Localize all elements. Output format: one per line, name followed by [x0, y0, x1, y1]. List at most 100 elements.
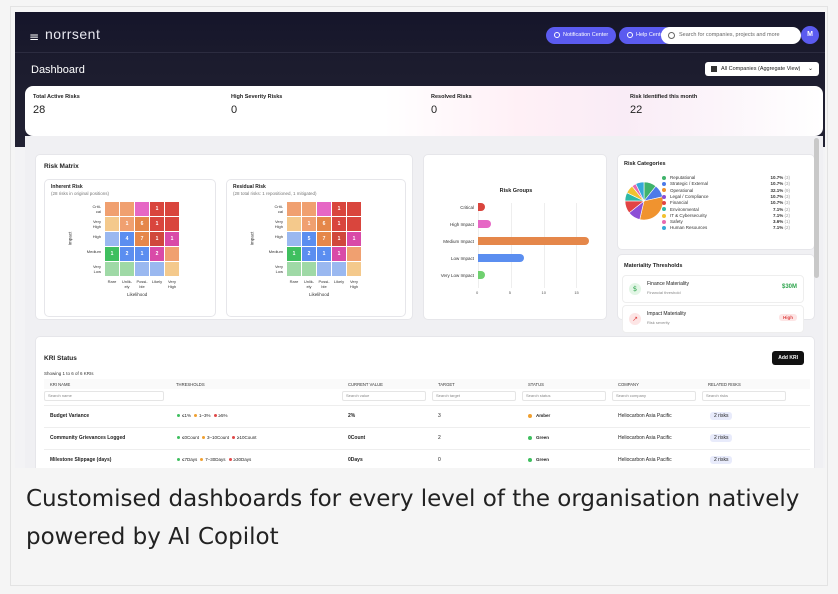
residual-cell[interactable]: 1: [332, 232, 346, 246]
inherent-cell[interactable]: 7: [135, 232, 149, 246]
chart-bar[interactable]: [478, 237, 590, 245]
residual-cell[interactable]: 1: [302, 217, 316, 231]
inherent-cell[interactable]: 2: [120, 247, 134, 261]
residual-cell[interactable]: [317, 262, 331, 276]
residual-cell[interactable]: [347, 262, 361, 276]
inherent-cell[interactable]: 1: [135, 247, 149, 261]
inherent-cell[interactable]: [105, 232, 119, 246]
chart-bar[interactable]: [478, 203, 485, 211]
global-search-input[interactable]: Search for companies, projects and more: [661, 27, 801, 44]
inherent-cell[interactable]: 2: [150, 247, 164, 261]
residual-cell[interactable]: 5: [302, 232, 316, 246]
residual-cell[interactable]: 1: [332, 202, 346, 216]
chart-bar[interactable]: [478, 254, 524, 262]
inherent-cell[interactable]: [150, 262, 164, 276]
col-related-risks[interactable]: RELATED RISKS: [708, 382, 741, 387]
inherent-cell[interactable]: [165, 217, 179, 231]
inherent-cell[interactable]: [165, 262, 179, 276]
avatar[interactable]: M: [801, 26, 819, 44]
residual-cell[interactable]: [287, 217, 301, 231]
chart-bar[interactable]: [478, 220, 492, 228]
inherent-cell[interactable]: [165, 247, 179, 261]
table-row[interactable]: Community Grievances Logged ≤0Count 3–10Co…: [44, 427, 810, 449]
residual-cell[interactable]: 1: [287, 247, 301, 261]
col-current-value[interactable]: CURRENT VALUE: [348, 382, 383, 387]
inherent-cell[interactable]: [165, 202, 179, 216]
filter-risks-input[interactable]: Search risks: [702, 391, 786, 401]
company-selector[interactable]: All Companies (Aggregate View) ⌄: [705, 62, 819, 76]
row-related-risks[interactable]: 2 risks: [710, 434, 733, 442]
inherent-cell[interactable]: [105, 217, 119, 231]
kri-table-header: [44, 379, 810, 389]
menu-icon[interactable]: ≡: [29, 30, 39, 44]
inherent-cell[interactable]: [120, 202, 134, 216]
residual-cell[interactable]: 6: [317, 217, 331, 231]
residual-cell[interactable]: 1: [317, 247, 331, 261]
residual-cell[interactable]: 1: [332, 217, 346, 231]
inherent-cell[interactable]: 1: [150, 202, 164, 216]
residual-cell[interactable]: [287, 202, 301, 216]
dollar-icon: $: [629, 283, 641, 295]
inherent-x-axis-label: Likelihood: [127, 292, 148, 297]
inherent-cell[interactable]: [120, 262, 134, 276]
col-status[interactable]: STATUS: [528, 382, 544, 387]
inherent-cell[interactable]: 6: [135, 217, 149, 231]
inherent-y-label: Very High: [92, 219, 101, 229]
inherent-cell[interactable]: [135, 202, 149, 216]
inherent-cell[interactable]: [135, 262, 149, 276]
impact-materiality-badge: High: [779, 314, 797, 321]
residual-cell[interactable]: [347, 247, 361, 261]
row-thresholds: ≤0Count 3–10Count ≥10Count: [174, 435, 257, 441]
table-row[interactable]: Budget Variance ≤1% 1–3% ≥5% 2% 3 Amber Helioca…: [44, 405, 810, 427]
residual-cell[interactable]: [287, 232, 301, 246]
residual-cell[interactable]: [317, 202, 331, 216]
inherent-cell[interactable]: 1: [105, 247, 119, 261]
row-related-risks[interactable]: 2 risks: [710, 412, 733, 420]
residual-cell[interactable]: [287, 262, 301, 276]
residual-cell[interactable]: 7: [317, 232, 331, 246]
inherent-cell[interactable]: 1: [120, 217, 134, 231]
col-kri-name[interactable]: KRI NAME: [50, 382, 70, 387]
legend-percent: 10.7% (3): [766, 181, 790, 186]
filter-company-input[interactable]: Search company: [612, 391, 696, 401]
stat-identified-month: Risk Identified this month 22: [630, 94, 697, 116]
inherent-cell[interactable]: 1: [165, 232, 179, 246]
residual-x-label: Likely: [333, 279, 345, 284]
inherent-cell[interactable]: [105, 262, 119, 276]
table-row[interactable]: Milestone Slippage (days) ≤7Days 7–30Days ≥…: [44, 449, 810, 468]
row-thresholds: ≤1% 1–3% ≥5%: [174, 413, 227, 419]
residual-cell[interactable]: 1: [347, 232, 361, 246]
filter-status-input[interactable]: Search status: [522, 391, 606, 401]
inherent-cell[interactable]: 1: [150, 232, 164, 246]
residual-cell[interactable]: [302, 262, 316, 276]
row-related-risks[interactable]: 2 risks: [710, 456, 733, 464]
notification-center-button[interactable]: Notification Center: [546, 27, 617, 44]
residual-cell[interactable]: [347, 202, 361, 216]
legend-dot: [662, 194, 666, 199]
legend-item: IT & Cybersecurity: [662, 213, 707, 218]
chart-bar[interactable]: [478, 271, 485, 279]
residual-cell[interactable]: [302, 202, 316, 216]
inherent-cell[interactable]: 4: [120, 232, 134, 246]
col-thresholds[interactable]: THRESHOLDS: [176, 382, 205, 387]
inherent-cell[interactable]: [105, 202, 119, 216]
app-logo[interactable]: norrsent: [45, 26, 100, 42]
residual-cell[interactable]: [347, 217, 361, 231]
kri-table: KRI NAME THRESHOLDS CURRENT VALUE TARGET…: [44, 379, 810, 468]
legend-label: Safety: [670, 219, 683, 225]
add-kri-button[interactable]: Add KRI: [772, 351, 804, 365]
col-company[interactable]: COMPANY: [618, 382, 639, 387]
residual-cell[interactable]: 2: [302, 247, 316, 261]
impact-materiality-card: ↗ Impact Materiality Risk severity High: [622, 305, 804, 333]
residual-cell[interactable]: [332, 262, 346, 276]
legend-percent: 32.1% (9): [766, 188, 790, 193]
legend-label: Environmental: [670, 206, 699, 212]
filter-name-input[interactable]: Search name: [44, 391, 164, 401]
residual-cell[interactable]: 1: [332, 247, 346, 261]
filter-target-input[interactable]: Search target: [432, 391, 516, 401]
inherent-cell[interactable]: 1: [150, 217, 164, 231]
col-target[interactable]: TARGET: [438, 382, 455, 387]
impact-materiality-name: Impact Materiality: [647, 311, 687, 317]
scrollbar[interactable]: [814, 138, 819, 278]
filter-value-input[interactable]: Search value: [342, 391, 426, 401]
